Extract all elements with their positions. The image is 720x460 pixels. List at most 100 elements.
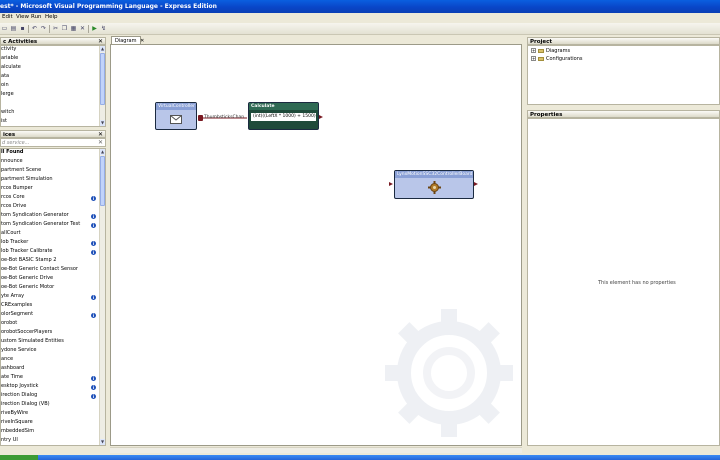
redo-icon[interactable]: ↷ <box>40 25 47 32</box>
menu-view[interactable]: View <box>16 14 29 20</box>
service-search-placeholder: d service... <box>2 140 30 146</box>
info-icon[interactable]: i <box>91 223 96 228</box>
service-list-item[interactable]: ustom Simulated Entities <box>1 338 99 347</box>
close-icon[interactable]: ✕ <box>98 131 103 137</box>
ssc32-controller-node[interactable]: LynxMotionSSC32ControllerBoard <box>394 170 474 199</box>
info-icon[interactable]: i <box>91 196 96 201</box>
paste-icon[interactable]: ▦ <box>70 25 77 32</box>
service-list-item[interactable]: oe-Bot Generic Motor <box>1 284 99 293</box>
service-list-item[interactable]: orobot <box>1 320 99 329</box>
service-list-item[interactable]: nnounce <box>1 158 99 167</box>
activities-scrollbar[interactable]: ▲ ▼ <box>99 46 105 126</box>
info-icon[interactable]: i <box>91 376 96 381</box>
menu-edit[interactable]: Edit <box>2 14 13 20</box>
service-list-item[interactable]: partment Scene <box>1 167 99 176</box>
activity-item[interactable]: ata <box>1 73 9 82</box>
diagram-canvas[interactable]: ThumbsticksChan VirtualController Calcul… <box>110 44 522 446</box>
service-list-item[interactable]: allCourt <box>1 230 99 239</box>
service-list-item[interactable]: ydone Service <box>1 347 99 356</box>
service-list-item[interactable]: olorSegment i <box>1 311 99 320</box>
taskbar <box>38 455 720 460</box>
service-list-item[interactable]: orobotSoccerPlayers <box>1 329 99 338</box>
service-list-item[interactable]: partment Simulation <box>1 176 99 185</box>
project-tree: + Diagrams + Configurations <box>527 45 720 105</box>
service-list-item[interactable]: rcos Core i <box>1 194 99 203</box>
start-button[interactable] <box>0 455 38 460</box>
services-scrollbar[interactable]: ▲ ▼ <box>99 149 105 445</box>
service-list-item[interactable]: irection Dialog i <box>1 392 99 401</box>
info-icon[interactable]: i <box>91 214 96 219</box>
activity-item[interactable]: oin <box>1 82 9 91</box>
open-folder-icon[interactable]: ▤ <box>10 25 17 32</box>
service-list-item[interactable]: oe-Bot BASIC Stamp 2 <box>1 257 99 266</box>
service-item-label: ntry UI <box>1 437 18 443</box>
expand-icon[interactable]: + <box>531 56 536 61</box>
service-list-item[interactable]: oe-Bot Generic Contact Sensor <box>1 266 99 275</box>
service-list-item[interactable]: ance <box>1 356 99 365</box>
close-icon[interactable]: ✕ <box>98 38 103 44</box>
activity-item[interactable]: lerge <box>1 91 14 100</box>
service-list-item[interactable]: oe-Bot Generic Drive <box>1 275 99 284</box>
scroll-down-icon[interactable]: ▼ <box>100 120 105 126</box>
service-list-item[interactable]: lob Tracker Calibrate i <box>1 248 99 257</box>
output-pin[interactable] <box>319 115 323 119</box>
info-icon[interactable]: i <box>91 295 96 300</box>
service-list-item[interactable]: riveInSquare <box>1 419 99 428</box>
activity-item[interactable]: ariable <box>1 55 18 64</box>
service-list-item[interactable]: CRExamples <box>1 302 99 311</box>
service-search-box[interactable]: d service... ✕ <box>0 138 106 147</box>
output-pin[interactable] <box>474 182 478 186</box>
expand-icon[interactable]: + <box>531 48 536 53</box>
scrollbar-thumb[interactable] <box>100 156 105 206</box>
copy-icon[interactable]: ❐ <box>61 25 68 32</box>
scroll-down-icon[interactable]: ▼ <box>100 439 105 445</box>
wire-label[interactable]: ThumbsticksChan <box>204 115 244 120</box>
service-list-item[interactable]: ntry UI <box>1 437 99 445</box>
service-list-item[interactable]: mbeddedSim <box>1 428 99 437</box>
scroll-up-icon[interactable]: ▲ <box>100 149 105 155</box>
activity-item[interactable]: ctivity <box>1 46 16 55</box>
activity-item[interactable]: witch <box>1 109 14 118</box>
service-list-item[interactable]: esktop Joystick i <box>1 383 99 392</box>
service-list-item[interactable]: ate Time i <box>1 374 99 383</box>
info-icon[interactable]: i <box>91 250 96 255</box>
service-list-item[interactable]: tom Syndication Generator Test i <box>1 221 99 230</box>
undo-icon[interactable]: ↶ <box>31 25 38 32</box>
service-list-item[interactable]: yte Array i <box>1 293 99 302</box>
info-icon[interactable]: i <box>91 313 96 318</box>
run-icon[interactable]: ▶ <box>91 25 98 32</box>
virtual-controller-node[interactable]: VirtualController <box>155 102 197 130</box>
service-list-item[interactable]: ll Found <box>1 149 99 158</box>
service-list-item[interactable]: rcos Bumper <box>1 185 99 194</box>
activity-item[interactable]: alculate <box>1 64 21 73</box>
info-icon[interactable]: i <box>91 394 96 399</box>
service-item-label: rcos Core <box>1 194 25 200</box>
calculate-expression-field[interactable]: (int)((LeftX * 1000) + 1500) <box>251 113 316 121</box>
service-list-item[interactable]: tom Syndication Generator i <box>1 212 99 221</box>
menu-help[interactable]: Help <box>45 14 58 20</box>
save-icon[interactable]: ▪ <box>19 25 26 32</box>
clear-search-icon[interactable]: ✕ <box>98 139 103 146</box>
calculate-node[interactable]: Calculate (int)((LeftX * 1000) + 1500) <box>248 102 319 130</box>
delete-icon[interactable]: ✕ <box>79 25 86 32</box>
service-list-item[interactable]: ashboard <box>1 365 99 374</box>
activity-item[interactable]: ist <box>1 118 7 126</box>
tree-item-configurations[interactable]: + Configurations <box>531 56 583 62</box>
service-list-item[interactable]: rcos Drive <box>1 203 99 212</box>
tree-item-label: Configurations <box>546 56 583 62</box>
canvas-horizontal-scrollbar[interactable] <box>110 447 522 453</box>
input-pin[interactable] <box>389 182 393 186</box>
envelope-icon <box>170 115 182 124</box>
service-list-item[interactable]: irection Dialog (VB) <box>1 401 99 410</box>
scroll-up-icon[interactable]: ▲ <box>100 46 105 52</box>
tree-item-diagrams[interactable]: + Diagrams <box>531 48 570 54</box>
service-list-item[interactable]: riveByWire <box>1 410 99 419</box>
debug-icon[interactable]: ↯ <box>100 25 107 32</box>
scrollbar-thumb[interactable] <box>100 53 105 105</box>
menu-run[interactable]: Run <box>31 14 42 20</box>
cut-icon[interactable]: ✂ <box>52 25 59 32</box>
service-list-item[interactable]: lob Tracker i <box>1 239 99 248</box>
info-icon[interactable]: i <box>91 241 96 246</box>
new-file-icon[interactable]: ▭ <box>1 25 8 32</box>
info-icon[interactable]: i <box>91 385 96 390</box>
